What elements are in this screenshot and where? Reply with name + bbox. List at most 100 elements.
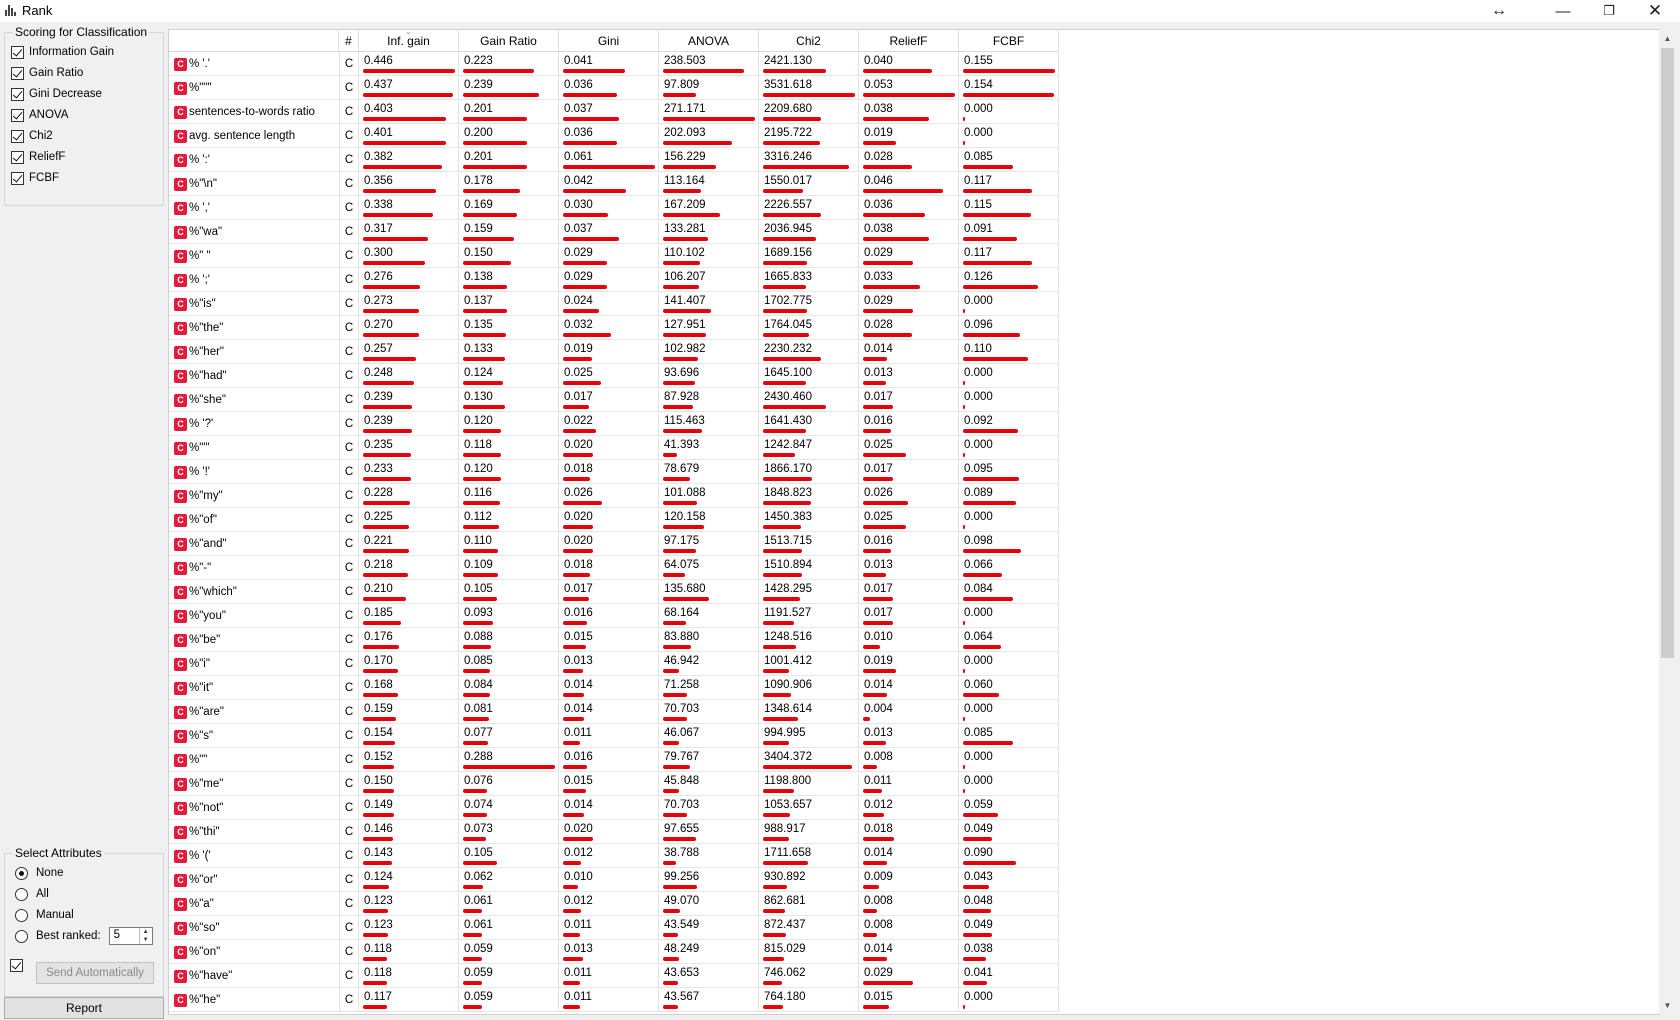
table-row[interactable]: C %"of" C 0.225 0.112 0.020 120.158 1450.383 0.0… — [169, 508, 1059, 532]
attribute-cell[interactable]: C %"he" — [169, 988, 339, 1012]
spin-arrows[interactable]: ▲ ▼ — [138, 928, 152, 944]
attribute-cell[interactable]: C %"of" — [169, 508, 339, 532]
scoring-option-3[interactable]: ANOVA — [11, 106, 68, 124]
attribute-cell[interactable]: C %""" — [169, 76, 339, 100]
scoring-option-6[interactable]: FCBF — [11, 169, 59, 187]
report-button[interactable]: Report — [4, 997, 164, 1019]
send-automatically-check[interactable] — [10, 959, 23, 972]
attribute-cell[interactable]: C %"is" — [169, 292, 339, 316]
attribute-cell[interactable]: C %"on" — [169, 940, 339, 964]
attribute-cell[interactable]: C %"had" — [169, 364, 339, 388]
attribute-cell[interactable]: C% ';' — [169, 268, 339, 292]
scoring-option-4[interactable]: Chi2 — [11, 127, 53, 145]
scroll-thumb[interactable] — [1661, 48, 1674, 658]
table-row[interactable]: C %"wa" C 0.317 0.159 0.037 133.281 2036.945 0.0… — [169, 220, 1059, 244]
attribute-cell[interactable]: C %"so" — [169, 916, 339, 940]
header-6[interactable]: ReliefF — [859, 30, 959, 52]
table-row[interactable]: C %"me" C 0.150 0.076 0.015 45.848 1198.800 0.01… — [169, 772, 1059, 796]
header-4[interactable]: ANOVA — [659, 30, 759, 52]
table-row[interactable]: C %"is" C 0.273 0.137 0.024 141.407 1702.775 0.0… — [169, 292, 1059, 316]
table-row[interactable]: C %"my" C 0.228 0.116 0.026 101.088 1848.823 0.0… — [169, 484, 1059, 508]
attribute-cell[interactable]: C %"it" — [169, 676, 339, 700]
spin-down-icon[interactable]: ▼ — [140, 936, 152, 944]
attribute-cell[interactable]: C %"which" — [169, 580, 339, 604]
table-row[interactable]: C% '.' C 0.446 0.223 0.041 238.503 2421.130 0.0… — [169, 52, 1059, 76]
attribute-cell[interactable]: Csentences-to-words ratio — [169, 100, 339, 124]
table-row[interactable]: C %" " C 0.300 0.150 0.029 110.102 1689.156 0.02… — [169, 244, 1059, 268]
attribute-cell[interactable]: C %"her" — [169, 340, 339, 364]
scoring-checkbox[interactable] — [11, 45, 24, 59]
table-row[interactable]: C %"'" C 0.235 0.118 0.020 41.393 1242.847 0.025… — [169, 436, 1059, 460]
ranking-table[interactable]: # Inf. gain ⌄ Gain Ratio Gini ANOVA Chi2 Relief… — [168, 29, 1660, 1015]
table-row[interactable]: C %"are" C 0.159 0.081 0.014 70.703 1348.614 0.0… — [169, 700, 1059, 724]
resize-icon[interactable]: ↔ — [1476, 0, 1522, 22]
attribute-cell[interactable]: C %"have" — [169, 964, 339, 988]
table-row[interactable]: C% ':' C 0.382 0.201 0.061 156.229 3316.246 0.0… — [169, 148, 1059, 172]
scoring-checkbox[interactable] — [11, 150, 24, 164]
spin-up-icon[interactable]: ▲ — [140, 928, 152, 936]
attribute-cell[interactable]: C %"my" — [169, 484, 339, 508]
attribute-cell[interactable]: C% '.' — [169, 52, 339, 76]
scoring-checkbox[interactable] — [11, 87, 24, 101]
attribute-cell[interactable]: C %"i" — [169, 652, 339, 676]
table-row[interactable]: C %"be" C 0.176 0.088 0.015 83.880 1248.516 0.01… — [169, 628, 1059, 652]
attribute-cell[interactable]: C %"not" — [169, 796, 339, 820]
attribute-cell[interactable]: C %"wa" — [169, 220, 339, 244]
vertical-scrollbar[interactable]: ▲ ▼ — [1659, 30, 1676, 1014]
radio-all[interactable]: All — [15, 885, 49, 903]
attribute-cell[interactable]: C% '(' — [169, 844, 339, 868]
attribute-cell[interactable]: C% '?' — [169, 412, 339, 436]
table-row[interactable]: C% '?' C 0.239 0.120 0.022 115.463 1641.430 0.0… — [169, 412, 1059, 436]
table-row[interactable]: Csentences-to-words ratio C 0.403 0.201 0.03… — [169, 100, 1059, 124]
table-row[interactable]: Cavg. sentence length C 0.401 0.200 0.036 202… — [169, 124, 1059, 148]
attribute-cell[interactable]: C %"'" — [169, 436, 339, 460]
scoring-option-5[interactable]: ReliefF — [11, 148, 65, 166]
header-1[interactable]: Inf. gain ⌄ — [359, 30, 459, 52]
table-row[interactable]: C %"had" C 0.248 0.124 0.025 93.696 1645.100 0.0… — [169, 364, 1059, 388]
attribute-cell[interactable]: C %"or" — [169, 868, 339, 892]
radio-best-ranked[interactable]: Best ranked: 5 ▲ ▼ — [15, 927, 153, 945]
minimize-button[interactable]: — — [1540, 0, 1586, 22]
table-row[interactable]: C %"s" C 0.154 0.077 0.011 46.067 994.995 0.013 0… — [169, 724, 1059, 748]
table-row[interactable]: C %"you" C 0.185 0.093 0.016 68.164 1191.527 0.0… — [169, 604, 1059, 628]
radio-manual[interactable]: Manual — [15, 906, 74, 924]
header-7[interactable]: FCBF — [959, 30, 1059, 52]
attribute-cell[interactable]: C %"\n" — [169, 172, 339, 196]
scoring-checkbox[interactable] — [11, 129, 24, 143]
attribute-cell[interactable]: C% '!' — [169, 460, 339, 484]
attribute-cell[interactable]: C %"-" — [169, 556, 339, 580]
attribute-cell[interactable]: C %"thi" — [169, 820, 339, 844]
header-attribute[interactable] — [169, 30, 339, 52]
send-automatically-button[interactable]: Send Automatically — [36, 962, 154, 984]
header-2[interactable]: Gain Ratio — [459, 30, 559, 52]
table-row[interactable]: C %"her" C 0.257 0.133 0.019 102.982 2230.232 0.… — [169, 340, 1059, 364]
header-0[interactable]: # — [339, 30, 359, 52]
scroll-down-icon[interactable]: ▼ — [1659, 997, 1676, 1014]
table-row[interactable]: C% '!' C 0.233 0.120 0.018 78.679 1866.170 0.01… — [169, 460, 1059, 484]
attribute-cell[interactable]: C %"" — [169, 748, 339, 772]
scoring-checkbox[interactable] — [11, 66, 24, 80]
attribute-cell[interactable]: C %"s" — [169, 724, 339, 748]
attribute-cell[interactable]: C %"are" — [169, 700, 339, 724]
attribute-cell[interactable]: Cavg. sentence length — [169, 124, 339, 148]
radio-manual-button[interactable] — [15, 908, 28, 922]
table-row[interactable]: C %"she" C 0.239 0.130 0.017 87.928 2430.460 0.0… — [169, 388, 1059, 412]
table-row[interactable]: C %"have" C 0.118 0.059 0.011 43.653 746.062 0.0… — [169, 964, 1059, 988]
table-row[interactable]: C %"he" C 0.117 0.059 0.011 43.567 764.180 0.015… — [169, 988, 1059, 1012]
header-3[interactable]: Gini — [559, 30, 659, 52]
attribute-cell[interactable]: C% ':' — [169, 148, 339, 172]
header-5[interactable]: Chi2 — [759, 30, 859, 52]
attribute-cell[interactable]: C% ',' — [169, 196, 339, 220]
scoring-checkbox[interactable] — [11, 171, 24, 185]
scoring-option-1[interactable]: Gain Ratio — [11, 64, 83, 82]
attribute-cell[interactable]: C %"you" — [169, 604, 339, 628]
table-row[interactable]: C %"\n" C 0.356 0.178 0.042 113.164 1550.017 0.0… — [169, 172, 1059, 196]
table-row[interactable]: C %""" C 0.437 0.239 0.036 97.809 3531.618 0.053… — [169, 76, 1059, 100]
scoring-option-0[interactable]: Information Gain — [11, 43, 114, 61]
radio-best-ranked-button[interactable] — [15, 929, 28, 943]
table-row[interactable]: C %"which" C 0.210 0.105 0.017 135.680 1428.295… — [169, 580, 1059, 604]
radio-none[interactable]: None — [15, 864, 64, 882]
attribute-cell[interactable]: C %"the" — [169, 316, 339, 340]
table-row[interactable]: C %"it" C 0.168 0.084 0.014 71.258 1090.906 0.01… — [169, 676, 1059, 700]
table-row[interactable]: C %"or" C 0.124 0.062 0.010 99.256 930.892 0.009… — [169, 868, 1059, 892]
